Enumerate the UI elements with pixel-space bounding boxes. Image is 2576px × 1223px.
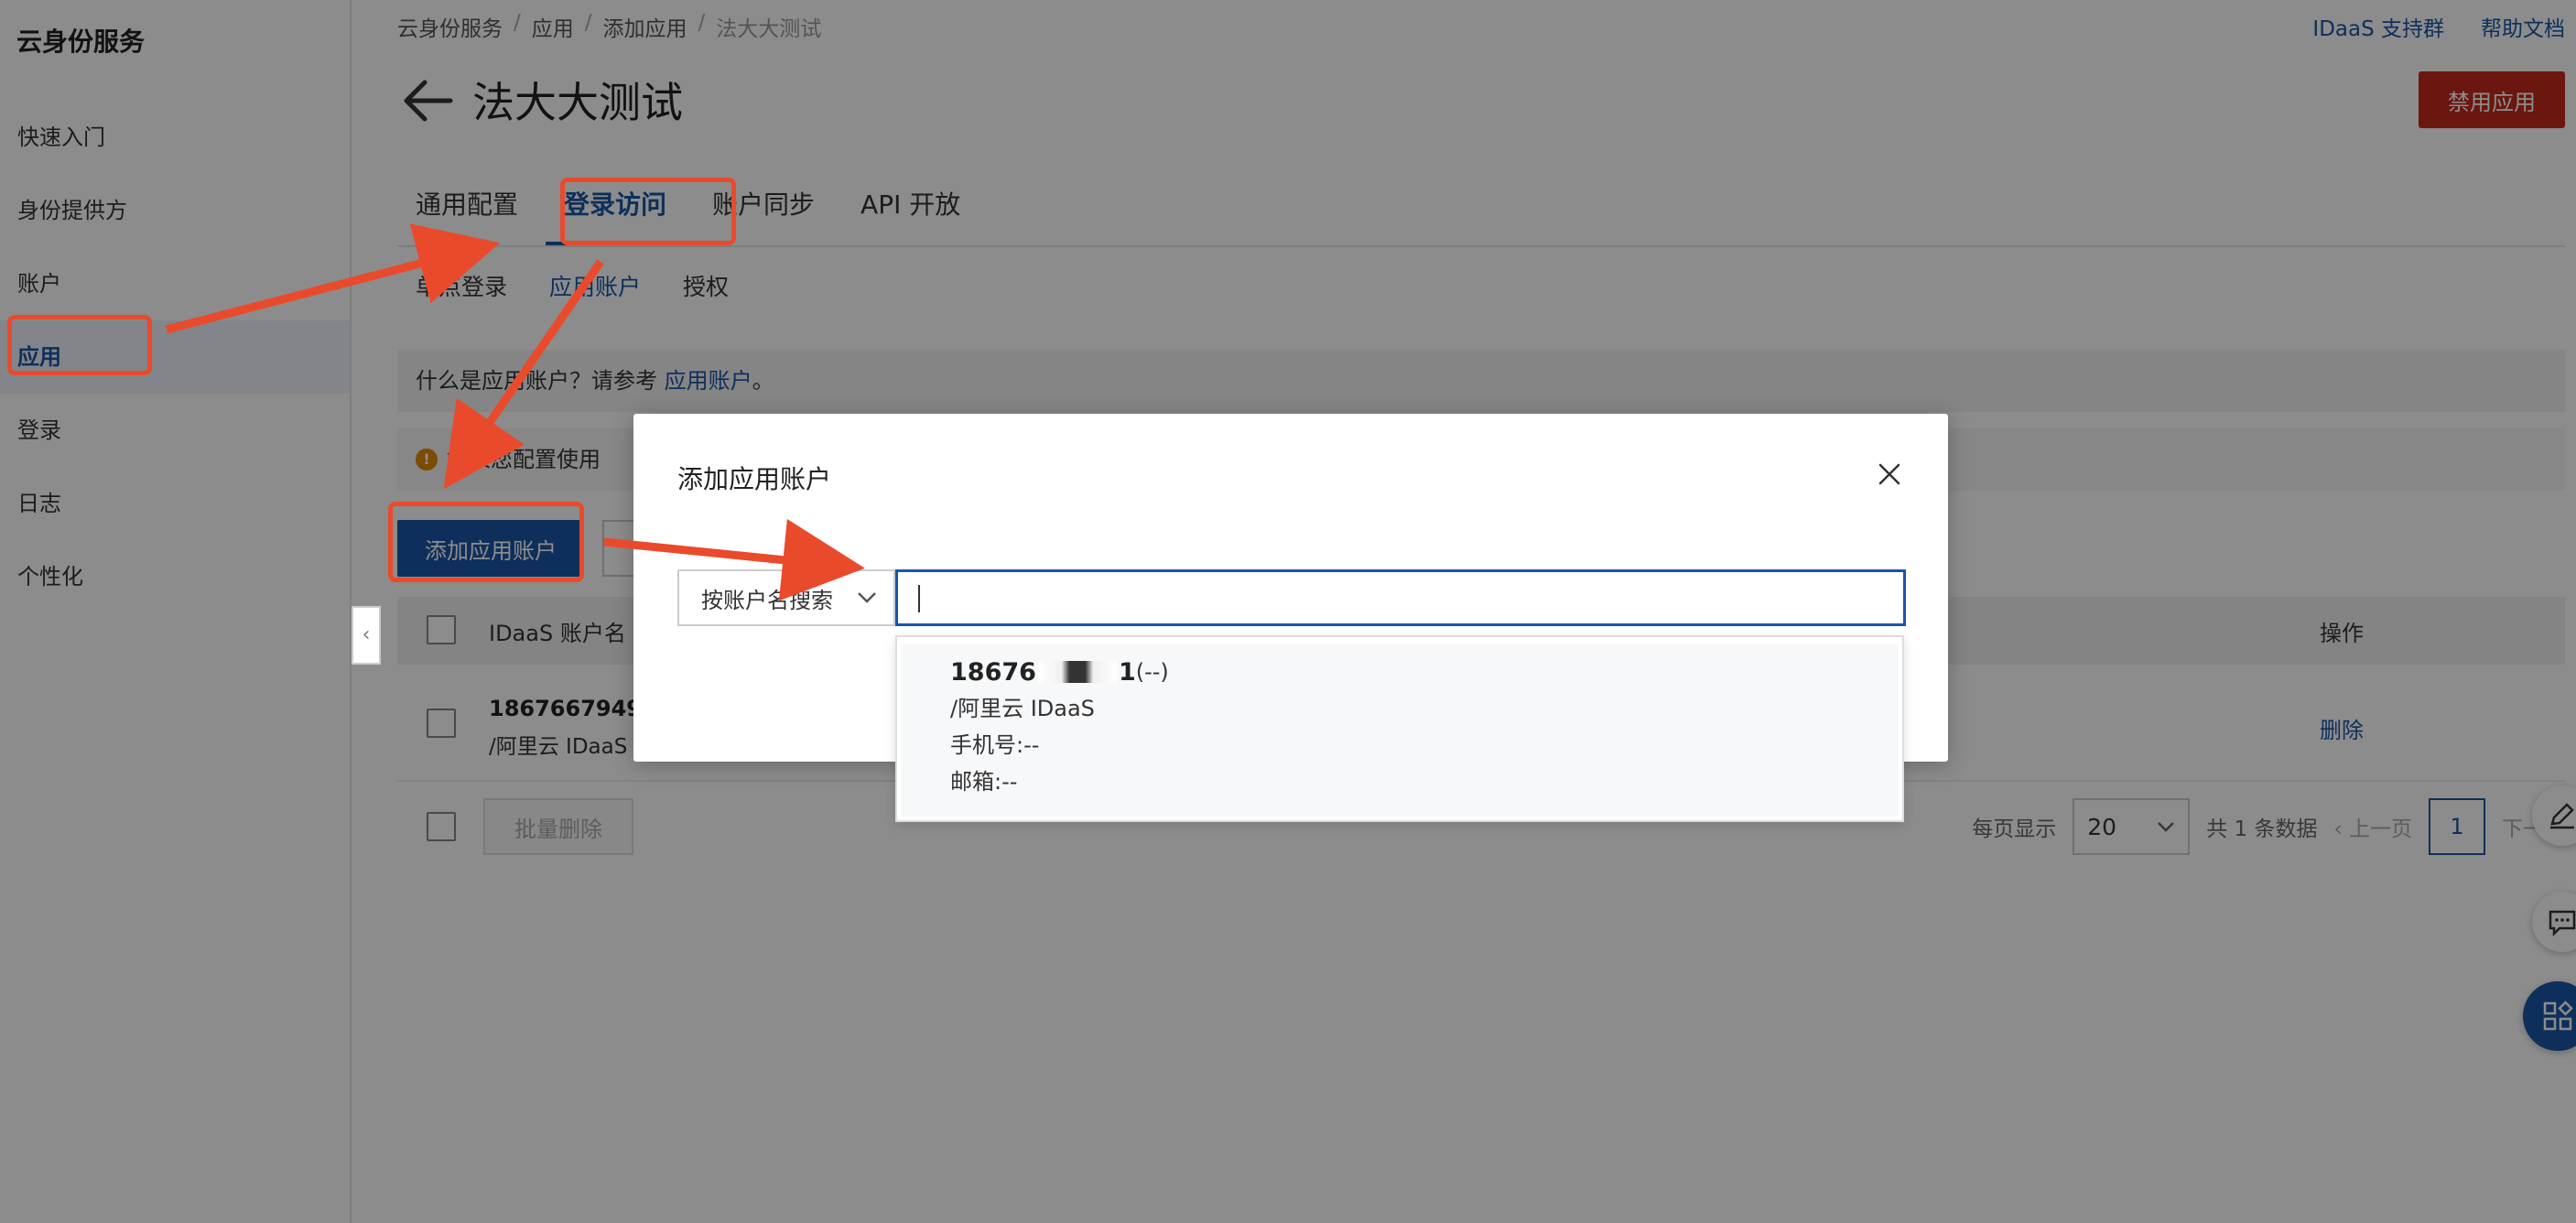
dialog-title: 添加应用账户 [677, 464, 832, 494]
close-icon[interactable] [1877, 461, 1902, 487]
annotation-box-applications [7, 315, 152, 375]
search-type-select[interactable]: 按账户名搜索 [677, 569, 895, 626]
annotation-box-add-button [388, 502, 584, 582]
suggestion-name-prefix: 18676 [950, 657, 1036, 687]
suggestion-org: /阿里云 IDaaS [950, 696, 1095, 721]
suggestion-email: 邮箱:-- [950, 769, 1018, 795]
suggestion-item[interactable]: 18676 1 (--) /阿里云 IDaaS 手机号:-- 邮箱:-- [901, 644, 1899, 817]
suggestion-name-extra: (--) [1135, 659, 1169, 685]
text-caret [918, 585, 920, 612]
suggestion-name: 18676 1 (--) [950, 654, 1899, 690]
account-search-input[interactable] [895, 569, 1906, 626]
search-suggestions: 18676 1 (--) /阿里云 IDaaS 手机号:-- 邮箱:-- [895, 635, 1904, 822]
chevron-left-icon: ‹ [362, 623, 371, 646]
search-type-value: 按账户名搜索 [701, 587, 833, 613]
suggestion-name-suffix: 1 [1118, 657, 1136, 687]
sidebar-collapse-toggle[interactable]: ‹ [352, 606, 381, 665]
chevron-down-icon [858, 592, 876, 603]
redacted-mask [1037, 661, 1117, 683]
annotation-box-login-tab [560, 178, 736, 245]
suggestion-phone: 手机号:-- [950, 732, 1040, 758]
